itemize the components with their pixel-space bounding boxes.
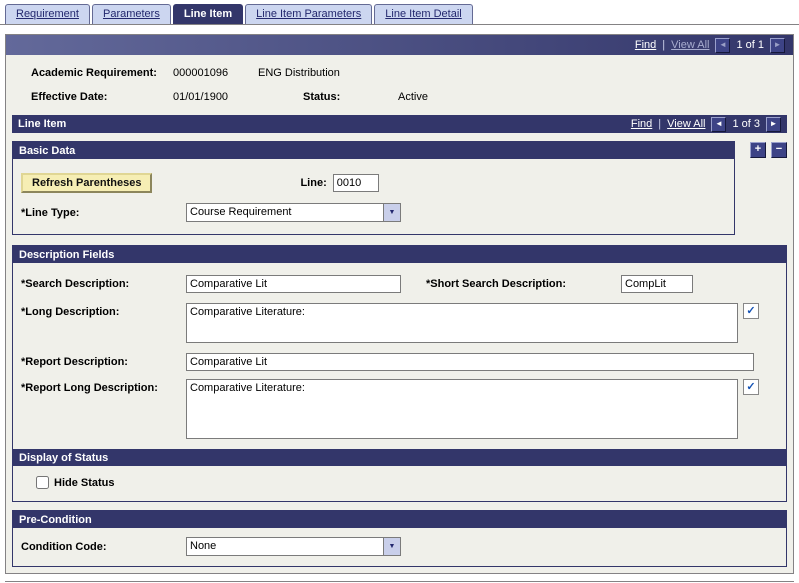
basic-data-header: Basic Data <box>13 142 734 159</box>
tab-label: Line Item Detail <box>385 8 462 20</box>
dropdown-arrow-icon: ▼ <box>383 204 400 221</box>
short-search-description-input[interactable] <box>621 275 693 293</box>
spellcheck-icon[interactable]: ✓ <box>743 379 759 395</box>
effective-date-value: 01/01/1900 <box>173 91 229 103</box>
line-item-toolbar-separator: | <box>658 118 662 130</box>
search-description-row: *Search Description: *Short Search Descr… <box>21 275 786 293</box>
hide-status-row: Hide Status <box>36 476 786 489</box>
description-fields-title: Description Fields <box>19 248 115 261</box>
condition-code-selected-value: None <box>190 540 217 552</box>
line-type-selected-value: Course Requirement <box>190 206 292 218</box>
condition-code-label: Condition Code: <box>21 540 107 553</box>
find-link[interactable]: Find <box>635 39 656 51</box>
status-label: Status: <box>303 91 341 103</box>
prev-arrow-icon: ◄ <box>719 39 727 49</box>
tab-label: Requirement <box>16 8 79 20</box>
line-type-select[interactable]: Course Requirement ▼ <box>186 203 401 222</box>
line-item-find-link[interactable]: Find <box>631 118 652 130</box>
page-position: 1 of 1 <box>736 39 764 51</box>
line-item-next-button[interactable]: ► <box>766 116 781 132</box>
tab-label: Parameters <box>102 8 160 20</box>
next-arrow-icon: ► <box>773 39 782 49</box>
effective-date-label: Effective Date: <box>31 91 108 103</box>
tab-line-item[interactable]: Line Item <box>172 4 244 24</box>
condition-code-row: Condition Code: None ▼ <box>21 537 786 556</box>
report-description-row: *Report Description: <box>21 353 786 371</box>
toolbar-separator: | <box>662 39 666 51</box>
academic-requirement-row: Academic Requirement: 000001096 ENG Dist… <box>6 67 793 79</box>
view-all-link[interactable]: View All <box>671 39 709 51</box>
display-of-status-title: Display of Status <box>19 451 109 464</box>
basic-data-wrapper: + − Basic Data Refresh Parentheses Line:… <box>12 141 787 235</box>
tab-divider <box>0 24 799 26</box>
line-item-section-title: Line Item <box>18 118 67 130</box>
short-search-description-label: *Short Search Description: <box>426 278 566 290</box>
line-label: Line: <box>300 177 327 189</box>
academic-requirement-value: 000001096 <box>173 67 229 79</box>
long-description-textarea[interactable]: Comparative Literature: <box>186 303 738 343</box>
basic-data-row-2: *Line Type: Course Requirement ▼ <box>21 203 734 222</box>
effective-date-row: Effective Date: 01/01/1900 Status: Activ… <box>6 91 793 103</box>
minus-icon: − <box>775 143 783 155</box>
line-item-prev-button[interactable]: ◄ <box>711 116 727 132</box>
academic-requirement-label: Academic Requirement: <box>31 67 157 79</box>
basic-data-title: Basic Data <box>19 144 76 157</box>
tab-bar: Requirement Parameters Line Item Line It… <box>0 0 799 24</box>
line-type-label: *Line Type: <box>21 206 80 219</box>
spellcheck-icon[interactable]: ✓ <box>743 303 759 319</box>
line-item-position: 1 of 3 <box>732 118 760 130</box>
tab-line-item-parameters[interactable]: Line Item Parameters <box>245 4 373 24</box>
plus-icon: + <box>754 143 762 155</box>
tab-line-item-detail[interactable]: Line Item Detail <box>374 4 473 24</box>
status-value: Active <box>398 91 428 103</box>
report-long-description-textarea[interactable]: Comparative Literature: <box>186 379 738 439</box>
description-fields-groupbox: Description Fields *Search Description: … <box>12 245 787 502</box>
next-arrow-icon: ► <box>769 118 778 128</box>
line-input[interactable] <box>332 174 379 192</box>
report-description-label: *Report Description: <box>21 356 128 368</box>
prev-arrow-icon: ◄ <box>715 118 723 128</box>
prev-row-button[interactable]: ◄ <box>715 37 731 53</box>
page-toolbar: Find | View All ◄ 1 of 1 ► <box>6 35 793 55</box>
academic-requirement-description: ENG Distribution <box>258 67 340 79</box>
condition-code-select[interactable]: None ▼ <box>186 537 401 556</box>
next-row-button[interactable]: ► <box>770 37 785 53</box>
report-long-description-label: *Report Long Description: <box>21 382 158 394</box>
tab-requirement[interactable]: Requirement <box>5 4 90 24</box>
long-description-row: *Long Description: Comparative Literatur… <box>21 303 786 343</box>
basic-data-groupbox: Basic Data Refresh Parentheses Line: *Li… <box>12 141 735 235</box>
basic-data-row-1: Refresh Parentheses Line: <box>21 173 734 193</box>
report-description-input[interactable] <box>186 353 754 371</box>
page-content: Find | View All ◄ 1 of 1 ► Academic Requ… <box>5 34 794 574</box>
tab-label: Line Item <box>183 8 233 20</box>
tab-label: Line Item Parameters <box>256 8 362 20</box>
pre-condition-title: Pre-Condition <box>19 513 92 526</box>
pre-condition-groupbox: Pre-Condition Condition Code: None ▼ <box>12 510 787 567</box>
pre-condition-header: Pre-Condition <box>13 511 786 528</box>
report-long-description-row: *Report Long Description: Comparative Li… <box>21 379 786 439</box>
dropdown-arrow-icon: ▼ <box>383 538 400 555</box>
display-of-status-header: Display of Status <box>13 449 786 466</box>
search-description-input[interactable] <box>186 275 401 293</box>
hide-status-checkbox[interactable] <box>36 476 49 489</box>
refresh-parentheses-button[interactable]: Refresh Parentheses <box>21 173 153 193</box>
line-item-view-all-link[interactable]: View All <box>667 118 705 130</box>
delete-row-button[interactable]: − <box>771 142 787 158</box>
add-row-button[interactable]: + <box>750 142 766 158</box>
description-fields-header: Description Fields <box>13 246 786 263</box>
tab-parameters[interactable]: Parameters <box>91 4 171 24</box>
line-item-section-bar: Line Item Find | View All ◄ 1 of 3 ► <box>12 115 787 133</box>
search-description-label: *Search Description: <box>21 278 130 290</box>
hide-status-label: Hide Status <box>54 476 115 489</box>
long-description-label: *Long Description: <box>21 306 120 318</box>
